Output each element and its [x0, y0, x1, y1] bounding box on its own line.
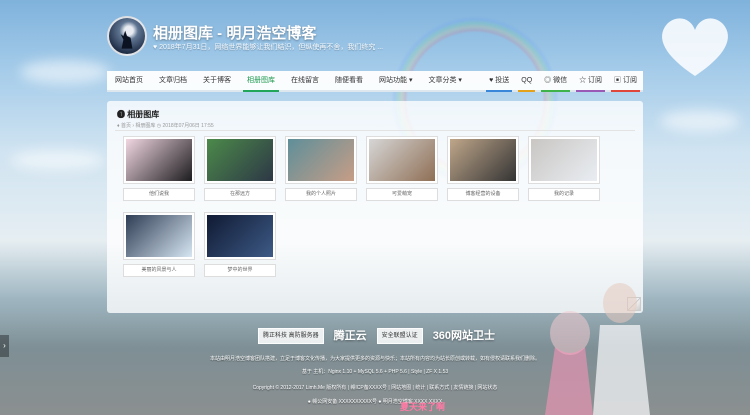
page-title: ❶ 相册图库 — [117, 110, 160, 119]
album-caption[interactable]: 他们说我 — [123, 188, 195, 201]
main-nav: 网站首页 文章归档 关于博客 相册图库 在线留言 随便看看 网站功能 ▾ 文章分… — [107, 71, 643, 92]
couple-illustration — [545, 283, 650, 415]
partner-badge[interactable]: 腾正云 — [332, 329, 369, 343]
footer-badges: 腾正科技 高防服务器 腾正云 安全联盟认证 360网站卫士 — [258, 328, 497, 344]
nav-wechat-link[interactable]: ◎ 微信 — [538, 71, 573, 92]
album-thumbnail[interactable] — [204, 212, 276, 260]
breadcrumb: ♦ 首页 › 相册图库 ◷ 2018年07月06日 17:55 — [117, 123, 214, 129]
nav-item-features[interactable]: 网站功能 ▾ — [371, 71, 420, 90]
divider — [115, 130, 635, 131]
nav-item-guestbook[interactable]: 在线留言 — [283, 71, 327, 90]
album-caption[interactable]: 在那远方 — [204, 188, 276, 201]
nav-item-categories[interactable]: 文章分类 ▾ — [420, 71, 469, 90]
wolf-icon — [120, 30, 133, 49]
album-thumbnail[interactable] — [447, 136, 519, 184]
album-card[interactable]: 在那远方 — [204, 136, 276, 201]
site-description: ♥ 2018年7月31日，网络世界能够让我们结识，但纵使再不舍，我们终究 ... — [153, 44, 384, 51]
album-caption[interactable]: 可爱萌宠 — [366, 188, 438, 201]
security-badge[interactable]: 安全联盟认证 — [376, 328, 423, 344]
footer-about: 本站由明月浩空博客团队搭建，立足于博客文化传播，为大家提供更多的资源与快乐；本站… — [209, 356, 540, 362]
nav-subscribe-link[interactable]: ▣ 订阅 — [608, 71, 643, 92]
album-caption[interactable]: 博客经营的设备 — [447, 188, 519, 201]
cloud-3 — [10, 150, 105, 170]
album-card[interactable]: 我的记录 — [528, 136, 600, 201]
album-caption[interactable]: 我的记录 — [528, 188, 600, 201]
site-avatar[interactable] — [107, 16, 147, 56]
album-card[interactable]: 我的个人照片 — [285, 136, 357, 201]
cloud-1 — [20, 60, 110, 84]
album-card[interactable]: 可爱萌宠 — [366, 136, 438, 201]
album-card[interactable]: 博客经营的设备 — [447, 136, 519, 201]
album-card[interactable]: 他们说我 — [123, 136, 195, 201]
footer-stack: 基于 主机：Nginx 1.10 + MySQL 5.6 + PHP 5.6 |… — [301, 369, 449, 375]
album-card[interactable]: 梦中的世界 — [204, 212, 276, 277]
album-thumbnail[interactable] — [285, 136, 357, 184]
nav-rss-link[interactable]: ☆ 订阅 — [573, 71, 608, 92]
heart-cloud-icon — [662, 18, 728, 76]
nav-item-home[interactable]: 网站首页 — [107, 71, 151, 90]
album-caption[interactable]: 美丽的风景与人 — [123, 264, 195, 277]
nav-social: ♥ 投送 QQ ◎ 微信 ☆ 订阅 ▣ 订阅 — [483, 71, 643, 92]
partner-badge[interactable]: 腾正科技 高防服务器 — [258, 328, 324, 344]
album-thumbnail[interactable] — [123, 136, 195, 184]
nav-item-random[interactable]: 随便看看 — [327, 71, 371, 90]
album-caption[interactable]: 梦中的世界 — [204, 264, 276, 277]
album-thumbnail[interactable] — [528, 136, 600, 184]
album-caption[interactable]: 我的个人照片 — [285, 188, 357, 201]
nav-item-about[interactable]: 关于博客 — [195, 71, 239, 90]
nav-submit-link[interactable]: ♥ 投送 — [483, 71, 515, 92]
security-badge[interactable]: 360网站卫士 — [431, 329, 497, 343]
image-watermark: 夏天来了啊 — [400, 402, 446, 412]
nav-item-archive[interactable]: 文章归档 — [151, 71, 195, 90]
album-thumbnail[interactable] — [204, 136, 276, 184]
side-drawer-toggle[interactable]: › — [0, 335, 9, 357]
album-card[interactable]: 美丽的风景与人 — [123, 212, 195, 277]
album-thumbnail[interactable] — [366, 136, 438, 184]
footer-copyright: Copyright © 2012-2017 Limh.Me 版权所有 | 赣IC… — [252, 385, 498, 391]
site-title[interactable]: 相册图库 - 明月浩空博客 — [153, 22, 316, 43]
album-thumbnail[interactable] — [123, 212, 195, 260]
nav-item-gallery[interactable]: 相册图库 — [239, 71, 283, 92]
footer-icp: ● 赣公网安备 XXXXXXXXXX号 ● 明月浩空博客 XXXX XXXX — [307, 399, 443, 405]
cloud-2 — [660, 110, 740, 132]
nav-qq-link[interactable]: QQ — [515, 71, 538, 92]
